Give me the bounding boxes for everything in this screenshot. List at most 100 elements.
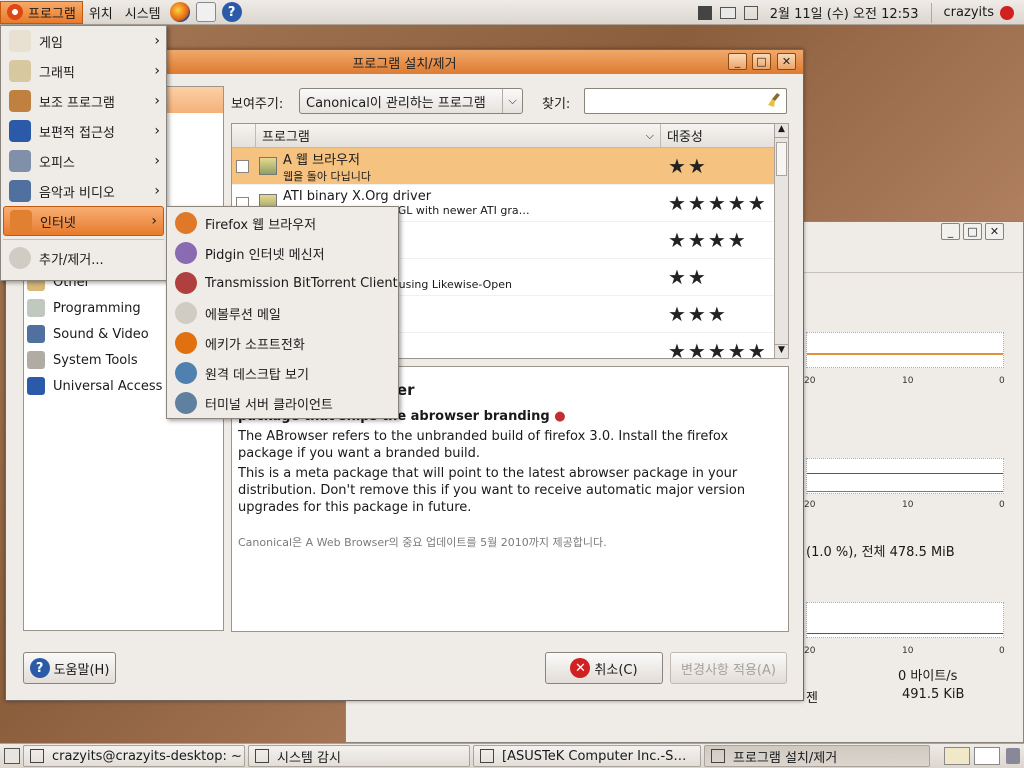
firefox-launcher-icon[interactable]	[169, 2, 190, 22]
memory-usage-text: (1.0 %), 전체 478.5 MiB	[806, 545, 955, 560]
menu-item-1[interactable]: 그래픽 ›	[1, 56, 166, 86]
chevron-right-icon: ›	[154, 93, 160, 109]
taskbar-button[interactable]: 프로그램 설치/제거	[704, 745, 930, 767]
install-checkbox[interactable]	[236, 159, 249, 173]
menu-item-label: 오피스	[39, 155, 75, 171]
package-list-header: 프로그램 ⌵ 대중성	[232, 124, 788, 148]
minimize-button[interactable]: _	[941, 223, 960, 240]
top-panel: 프로그램 위치 시스템 ? 2월 11일 (수) 오전 12:53 crazyi…	[0, 0, 1024, 25]
submenu-item-4[interactable]: 에키가 소프트전화	[167, 328, 398, 358]
taskbar-button[interactable]: 시스템 감시	[248, 745, 470, 767]
minimize-button[interactable]: _	[728, 53, 747, 70]
network-icon[interactable]	[697, 5, 712, 20]
apply-button[interactable]: 변경사항 적용(A)	[670, 652, 787, 684]
scroll-thumb[interactable]	[776, 142, 787, 176]
popularity-stars: ★★★★	[668, 228, 748, 252]
ekiga-icon	[175, 332, 197, 354]
help-launcher-icon[interactable]: ?	[221, 2, 242, 22]
mail-launcher-icon[interactable]	[195, 2, 216, 22]
firefox-icon	[175, 212, 197, 234]
chevron-right-icon: ›	[154, 123, 160, 139]
axis-label: 10	[902, 646, 914, 656]
network-label-truncated: 젠	[806, 691, 818, 706]
menu-applications[interactable]: 프로그램	[0, 0, 83, 24]
menu-places[interactable]: 위치	[83, 0, 119, 25]
submenu-item-6[interactable]: 터미널 서버 클라이언트	[167, 388, 398, 418]
axis-label: 0	[999, 646, 1005, 656]
taskbar-button[interactable]: crazyits@crazyits-desktop: ~	[23, 745, 245, 767]
help-icon: ?	[29, 658, 50, 678]
menu-item-2[interactable]: 보조 프로그램 ›	[1, 86, 166, 116]
support-badge-icon: ●	[554, 409, 566, 424]
remote-desktop-icon	[175, 362, 197, 384]
cancel-icon: ✕	[570, 658, 591, 678]
sound-video-icon	[27, 325, 45, 343]
menu-separator	[3, 239, 164, 240]
column-popularity[interactable]: 대중성	[661, 124, 788, 147]
package-name: A 웹 브라우저	[283, 152, 360, 168]
menu-system[interactable]: 시스템	[119, 0, 167, 25]
help-button[interactable]: ? 도움말(H)	[23, 652, 116, 684]
maximize-button[interactable]: □	[752, 53, 771, 70]
pidgin-icon	[175, 242, 197, 264]
submenu-item-3[interactable]: 에볼루션 메일	[167, 298, 398, 328]
trash-icon[interactable]	[1006, 748, 1020, 764]
axis-label: 20	[804, 646, 816, 656]
printer-icon[interactable]	[719, 6, 736, 19]
network-rate: 0 바이트/s	[898, 669, 958, 684]
taskbar-label: [ASUSTeK Computer Inc.-S…	[502, 748, 687, 764]
menu-item-0[interactable]: 게임 ›	[1, 26, 166, 56]
terminal-icon	[30, 749, 44, 763]
submenu-item-0[interactable]: Firefox 웹 브라우저	[167, 208, 398, 238]
popularity-stars: ★★★★★	[668, 339, 768, 359]
menu-item-6[interactable]: 인터넷 ›	[3, 206, 164, 236]
package-row[interactable]: A 웹 브라우저 웹을 돌아 다닙니다 ★★	[232, 148, 788, 185]
axis-label: 20	[804, 376, 816, 386]
menu-item-3[interactable]: 보편적 접근성 ›	[1, 116, 166, 146]
menu-item-5[interactable]: 음악과 비디오 ›	[1, 176, 166, 206]
workspace-switcher-2[interactable]	[974, 747, 1000, 765]
clear-search-icon[interactable]	[768, 92, 782, 108]
scroll-up-icon[interactable]: ▲	[775, 124, 788, 138]
popularity-stars: ★★★	[668, 302, 728, 326]
axis-label: 0	[999, 500, 1005, 510]
user-name[interactable]: crazyits	[938, 0, 1000, 25]
menu-item-add-remove[interactable]: 추가/제거...	[1, 243, 166, 273]
transmission-icon	[175, 272, 197, 294]
accessibility-icon	[9, 120, 31, 142]
maximize-button[interactable]: □	[963, 223, 982, 240]
show-filter-combo[interactable]: Canonical이 관리하는 프로그램 ⌵	[299, 88, 523, 114]
network-total: 491.5 KiB	[902, 687, 965, 702]
axis-label: 20	[804, 500, 816, 510]
clock[interactable]: 2월 11일 (수) 오전 12:53	[764, 0, 925, 25]
submenu-item-1[interactable]: Pidgin 인터넷 메신저	[167, 238, 398, 268]
volume-icon[interactable]	[743, 5, 758, 20]
close-button[interactable]: ✕	[777, 53, 796, 70]
close-button[interactable]: ✕	[985, 223, 1004, 240]
taskbar-button[interactable]: [ASUSTeK Computer Inc.-S…	[473, 745, 701, 767]
taskbar-label: 시스템 감시	[277, 750, 341, 766]
vertical-scrollbar[interactable]: ▲ ▼	[774, 123, 789, 359]
chevron-right-icon: ›	[151, 213, 157, 229]
cancel-button[interactable]: ✕ 취소(C)	[545, 652, 663, 684]
power-icon[interactable]	[1000, 5, 1014, 20]
submenu-item-5[interactable]: 원격 데스크탑 보기	[167, 358, 398, 388]
column-program[interactable]: 프로그램 ⌵	[256, 124, 661, 147]
workspace-switcher[interactable]	[944, 747, 970, 765]
detail-paragraph-2: This is a meta package that will point t…	[238, 466, 746, 515]
submenu-item-2[interactable]: Transmission BitTorrent Client	[167, 268, 398, 298]
cpu-graph	[806, 332, 1004, 368]
menu-item-4[interactable]: 오피스 ›	[1, 146, 166, 176]
submenu-item-label: Transmission BitTorrent Client	[205, 275, 398, 291]
scroll-down-icon[interactable]: ▼	[775, 344, 788, 358]
menu-item-label: 보조 프로그램	[39, 95, 115, 111]
tools-icon	[9, 90, 31, 112]
package-icon	[259, 157, 277, 175]
globe-icon	[10, 210, 32, 232]
chevron-right-icon: ›	[154, 183, 160, 199]
show-desktop-icon[interactable]	[4, 748, 20, 764]
package-name: ATI binary X.Org driver	[283, 189, 432, 204]
search-input[interactable]	[584, 88, 787, 114]
category-label: System Tools	[53, 352, 138, 368]
add-remove-icon	[711, 749, 725, 763]
